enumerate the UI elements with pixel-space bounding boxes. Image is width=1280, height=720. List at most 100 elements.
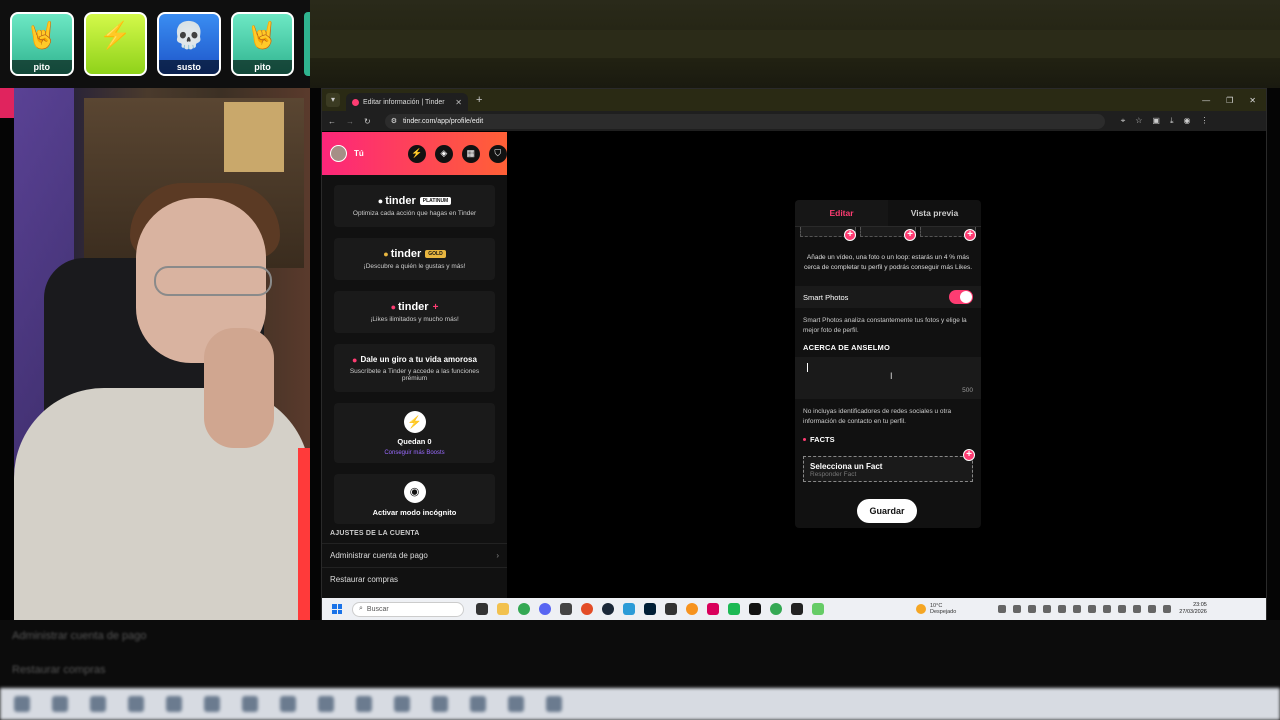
- promo-gold[interactable]: ● tinder GOLD ¡Descubre a quién le gustas …: [334, 238, 495, 280]
- webcam-feed: [14, 88, 310, 620]
- taskbar-search[interactable]: ⌕ Buscar: [352, 601, 464, 617]
- discord-icon[interactable]: [539, 603, 551, 615]
- tray-icon[interactable]: [1073, 605, 1082, 613]
- promo-premium[interactable]: ● Dale un giro a tu vida amorosa Suscríbe…: [334, 344, 495, 392]
- new-tab-button[interactable]: +: [476, 94, 482, 106]
- tab-title: Editar información | Tinder: [363, 98, 445, 106]
- promo-subtitle: ¡Descubre a quién le gustas y más!: [363, 263, 466, 270]
- smart-photos-row: Smart Photos: [795, 286, 981, 308]
- user-label[interactable]: Tú: [354, 149, 364, 158]
- add-fact-button[interactable]: +: [963, 449, 975, 461]
- tray-icon[interactable]: [1133, 605, 1142, 613]
- steam-icon[interactable]: [602, 603, 614, 615]
- boost-icon[interactable]: ⚡: [407, 144, 426, 163]
- promo-platinum[interactable]: ● tinder PLATINUM Optimiza cada acción que…: [334, 185, 495, 227]
- add-media-button[interactable]: +: [844, 229, 856, 241]
- taskbar-clock[interactable]: 23:05 27/03/2026: [1179, 602, 1207, 616]
- minimize-button[interactable]: —: [1202, 96, 1210, 105]
- add-media-button[interactable]: +: [964, 229, 976, 241]
- settings-heading: AJUSTES DE LA CUENTA: [330, 530, 420, 537]
- shield-icon[interactable]: ⛉: [488, 144, 507, 163]
- close-window-button[interactable]: ✕: [1249, 96, 1256, 105]
- chrome-icon[interactable]: [518, 603, 530, 615]
- app-icon[interactable]: [686, 603, 698, 615]
- volume-icon[interactable]: [1163, 605, 1172, 613]
- forward-button[interactable]: →: [346, 117, 354, 126]
- download-icon[interactable]: ⤓: [1170, 116, 1174, 126]
- fact-selector[interactable]: Selecciona un Fact Responder Fact +: [803, 449, 975, 482]
- profile-icon[interactable]: ◉: [1184, 116, 1191, 126]
- smart-photos-description: Smart Photos analiza constantemente tus …: [803, 317, 967, 334]
- close-icon[interactable]: ✕: [455, 98, 462, 107]
- tray-icon[interactable]: [1043, 605, 1052, 613]
- tab-preview[interactable]: Vista previa: [888, 200, 981, 226]
- reload-button[interactable]: ↻: [364, 117, 371, 126]
- sun-icon: [916, 604, 926, 614]
- maximize-button[interactable]: ❐: [1226, 96, 1233, 105]
- smart-photos-toggle[interactable]: [949, 290, 973, 304]
- app-icon[interactable]: [623, 603, 635, 615]
- boost-card[interactable]: ⚡ Quedan 0 Conseguir más Boosts: [334, 403, 495, 463]
- location-icon[interactable]: ⌖: [1121, 116, 1126, 126]
- flame-icon: ●: [390, 302, 397, 312]
- tab-edit[interactable]: Editar: [795, 200, 888, 226]
- file-explorer-icon[interactable]: [497, 603, 509, 615]
- briefcase-icon[interactable]: ▦: [461, 144, 480, 163]
- get-boosts-link[interactable]: Conseguir más Boosts: [384, 450, 444, 456]
- extensions-icon[interactable]: ▣: [1152, 116, 1160, 126]
- about-textarea[interactable]: 500: [795, 357, 981, 399]
- back-button[interactable]: ←: [328, 117, 336, 126]
- save-button[interactable]: Guardar: [857, 499, 917, 523]
- char-count: 500: [962, 387, 973, 394]
- smart-photos-label: Smart Photos: [803, 292, 849, 302]
- search-icon: ⌕: [359, 605, 363, 612]
- tray-icon[interactable]: [1103, 605, 1112, 613]
- capcut-icon[interactable]: [665, 603, 677, 615]
- photoshop-icon[interactable]: [644, 603, 656, 615]
- explore-icon[interactable]: ◈: [434, 144, 453, 163]
- tab-list-button[interactable]: ▾: [326, 93, 340, 107]
- app-icon[interactable]: [707, 603, 719, 615]
- browser-icon[interactable]: [581, 603, 593, 615]
- tinder-sidebar: Tú ⚡ ◈ ▦ ⛉ ● tinder PLATINUM Optimiza cada…: [322, 132, 507, 598]
- edit-profile-panel: Editar Vista previa + + + Añade un vídeo…: [795, 200, 981, 528]
- alert-card: ⚡: [83, 12, 148, 76]
- eye-icon: ◉: [403, 481, 426, 503]
- url-field[interactable]: ⚙ tinder.com/app/profile/edit: [384, 113, 1105, 129]
- setting-restore-purchases[interactable]: Restaurar compras: [322, 567, 507, 591]
- star-icon[interactable]: ☆: [1135, 116, 1142, 126]
- rock-hand-icon: 🤘: [246, 20, 279, 50]
- windows-start-icon[interactable]: [332, 604, 342, 614]
- media-slots: + + +: [795, 227, 981, 241]
- app-icon[interactable]: [560, 603, 572, 615]
- setting-payment-account[interactable]: Administrar cuenta de pago ›: [322, 543, 507, 567]
- site-info-icon[interactable]: ⚙: [391, 117, 397, 125]
- tiktok-icon[interactable]: [749, 603, 761, 615]
- tray-icon[interactable]: [1058, 605, 1067, 613]
- promo-plus[interactable]: ● tinder + ¡Likes ilimitados y mucho más!: [334, 291, 495, 333]
- chrome-icon[interactable]: [770, 603, 782, 615]
- stream-alerts: 🤘 pito ⚡ 💀 susto 🤘 pito: [0, 0, 311, 88]
- add-media-button[interactable]: +: [904, 229, 916, 241]
- terminal-icon[interactable]: [791, 603, 803, 615]
- media-hint: Añade un vídeo, una foto o un loop: esta…: [804, 254, 972, 271]
- tray-icon[interactable]: [1013, 605, 1022, 613]
- chevron-up-icon[interactable]: [998, 605, 1007, 613]
- text-cursor-icon: I: [890, 371, 893, 381]
- facts-heading: FACTS: [795, 426, 981, 444]
- tray-icon[interactable]: [1118, 605, 1127, 613]
- app-icon[interactable]: [812, 603, 824, 615]
- browser-tab[interactable]: Editar información | Tinder ✕: [346, 93, 468, 111]
- address-bar: ← → ↻ ⚙ tinder.com/app/profile/edit ⌖ ☆ …: [322, 111, 1266, 131]
- promo-subtitle: ¡Likes ilimitados y mucho más!: [370, 316, 459, 323]
- tray-icon[interactable]: [1028, 605, 1037, 613]
- task-view-icon[interactable]: [476, 603, 488, 615]
- avatar[interactable]: [330, 145, 347, 162]
- incognito-card[interactable]: ◉ Activar modo incógnito: [334, 474, 495, 524]
- weather-widget[interactable]: 10°C Despejado: [916, 603, 956, 616]
- menu-icon[interactable]: ⋮: [1200, 116, 1208, 126]
- about-heading: ACERCA DE ANSELMO: [803, 343, 891, 352]
- app-icon[interactable]: [728, 603, 740, 615]
- wifi-icon[interactable]: [1148, 605, 1157, 613]
- tray-icon[interactable]: [1088, 605, 1097, 613]
